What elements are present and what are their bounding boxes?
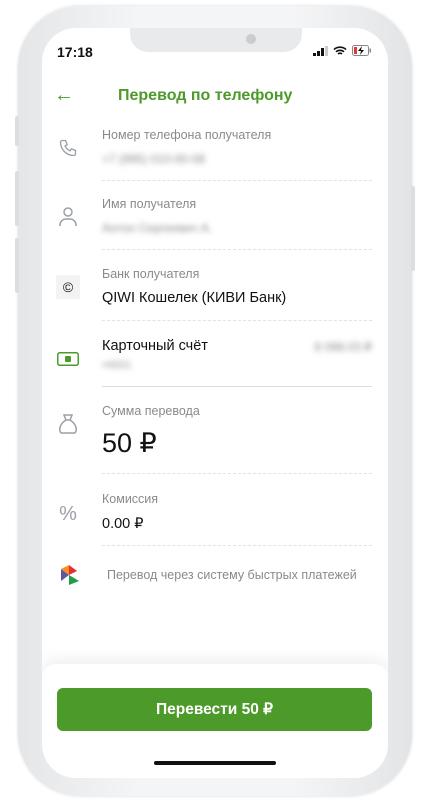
home-indicator [154, 761, 276, 765]
field-label: Комиссия [102, 492, 159, 506]
divider [102, 249, 372, 250]
user-icon [56, 205, 80, 229]
sbp-note: Перевод через систему быстрых платежей [107, 568, 357, 582]
field-value: Антон Сергеевич А. [102, 221, 213, 235]
field-label: Банк получателя [102, 267, 200, 281]
status-icons [313, 45, 372, 56]
side-button [15, 171, 19, 226]
sbp-logo-icon [58, 563, 82, 587]
status-time: 17:18 [57, 44, 93, 60]
money-bag-icon [56, 412, 80, 436]
field-value: 0.00 ₽ [102, 516, 144, 532]
account-balance: 8 098.03 ₽ [314, 340, 372, 354]
percent-icon: % [59, 502, 77, 525]
back-arrow-icon[interactable]: ← [54, 84, 74, 107]
side-button [411, 186, 415, 271]
battery-charging-icon [352, 45, 371, 56]
side-button [15, 238, 19, 293]
notch [130, 28, 302, 52]
bottom-panel: Перевести 50 ₽ [42, 664, 388, 778]
divider [102, 386, 372, 387]
camera [246, 34, 256, 44]
divider [102, 545, 372, 546]
field-label: Сумма перевода [102, 404, 200, 418]
header: ← Перевод по телефону [42, 84, 388, 110]
divider [102, 473, 372, 474]
wifi-icon [333, 45, 347, 55]
field-label: Имя получателя [102, 197, 197, 211]
divider [102, 320, 372, 321]
field-label: Номер телефона получателя [102, 128, 272, 142]
page-title: Перевод по телефону [118, 87, 293, 104]
account-number: ••0021 [102, 360, 132, 371]
card-icon [56, 347, 80, 371]
divider [102, 180, 372, 181]
side-button [15, 116, 19, 146]
field-value: +7 (995) 010-00-08 [102, 152, 206, 166]
signal-icon [313, 45, 328, 56]
screen: 17:18 ← Перевод по телефону Номер телефо… [42, 28, 388, 778]
transfer-button[interactable]: Перевести 50 ₽ [57, 688, 372, 731]
bank-logo-icon: © [56, 275, 80, 299]
account-title: Карточный счёт [102, 338, 208, 354]
phone-icon [56, 136, 80, 160]
field-value: QIWI Кошелек (КИВИ Банк) [102, 290, 287, 306]
amount-value[interactable]: 50 ₽ [102, 428, 157, 459]
